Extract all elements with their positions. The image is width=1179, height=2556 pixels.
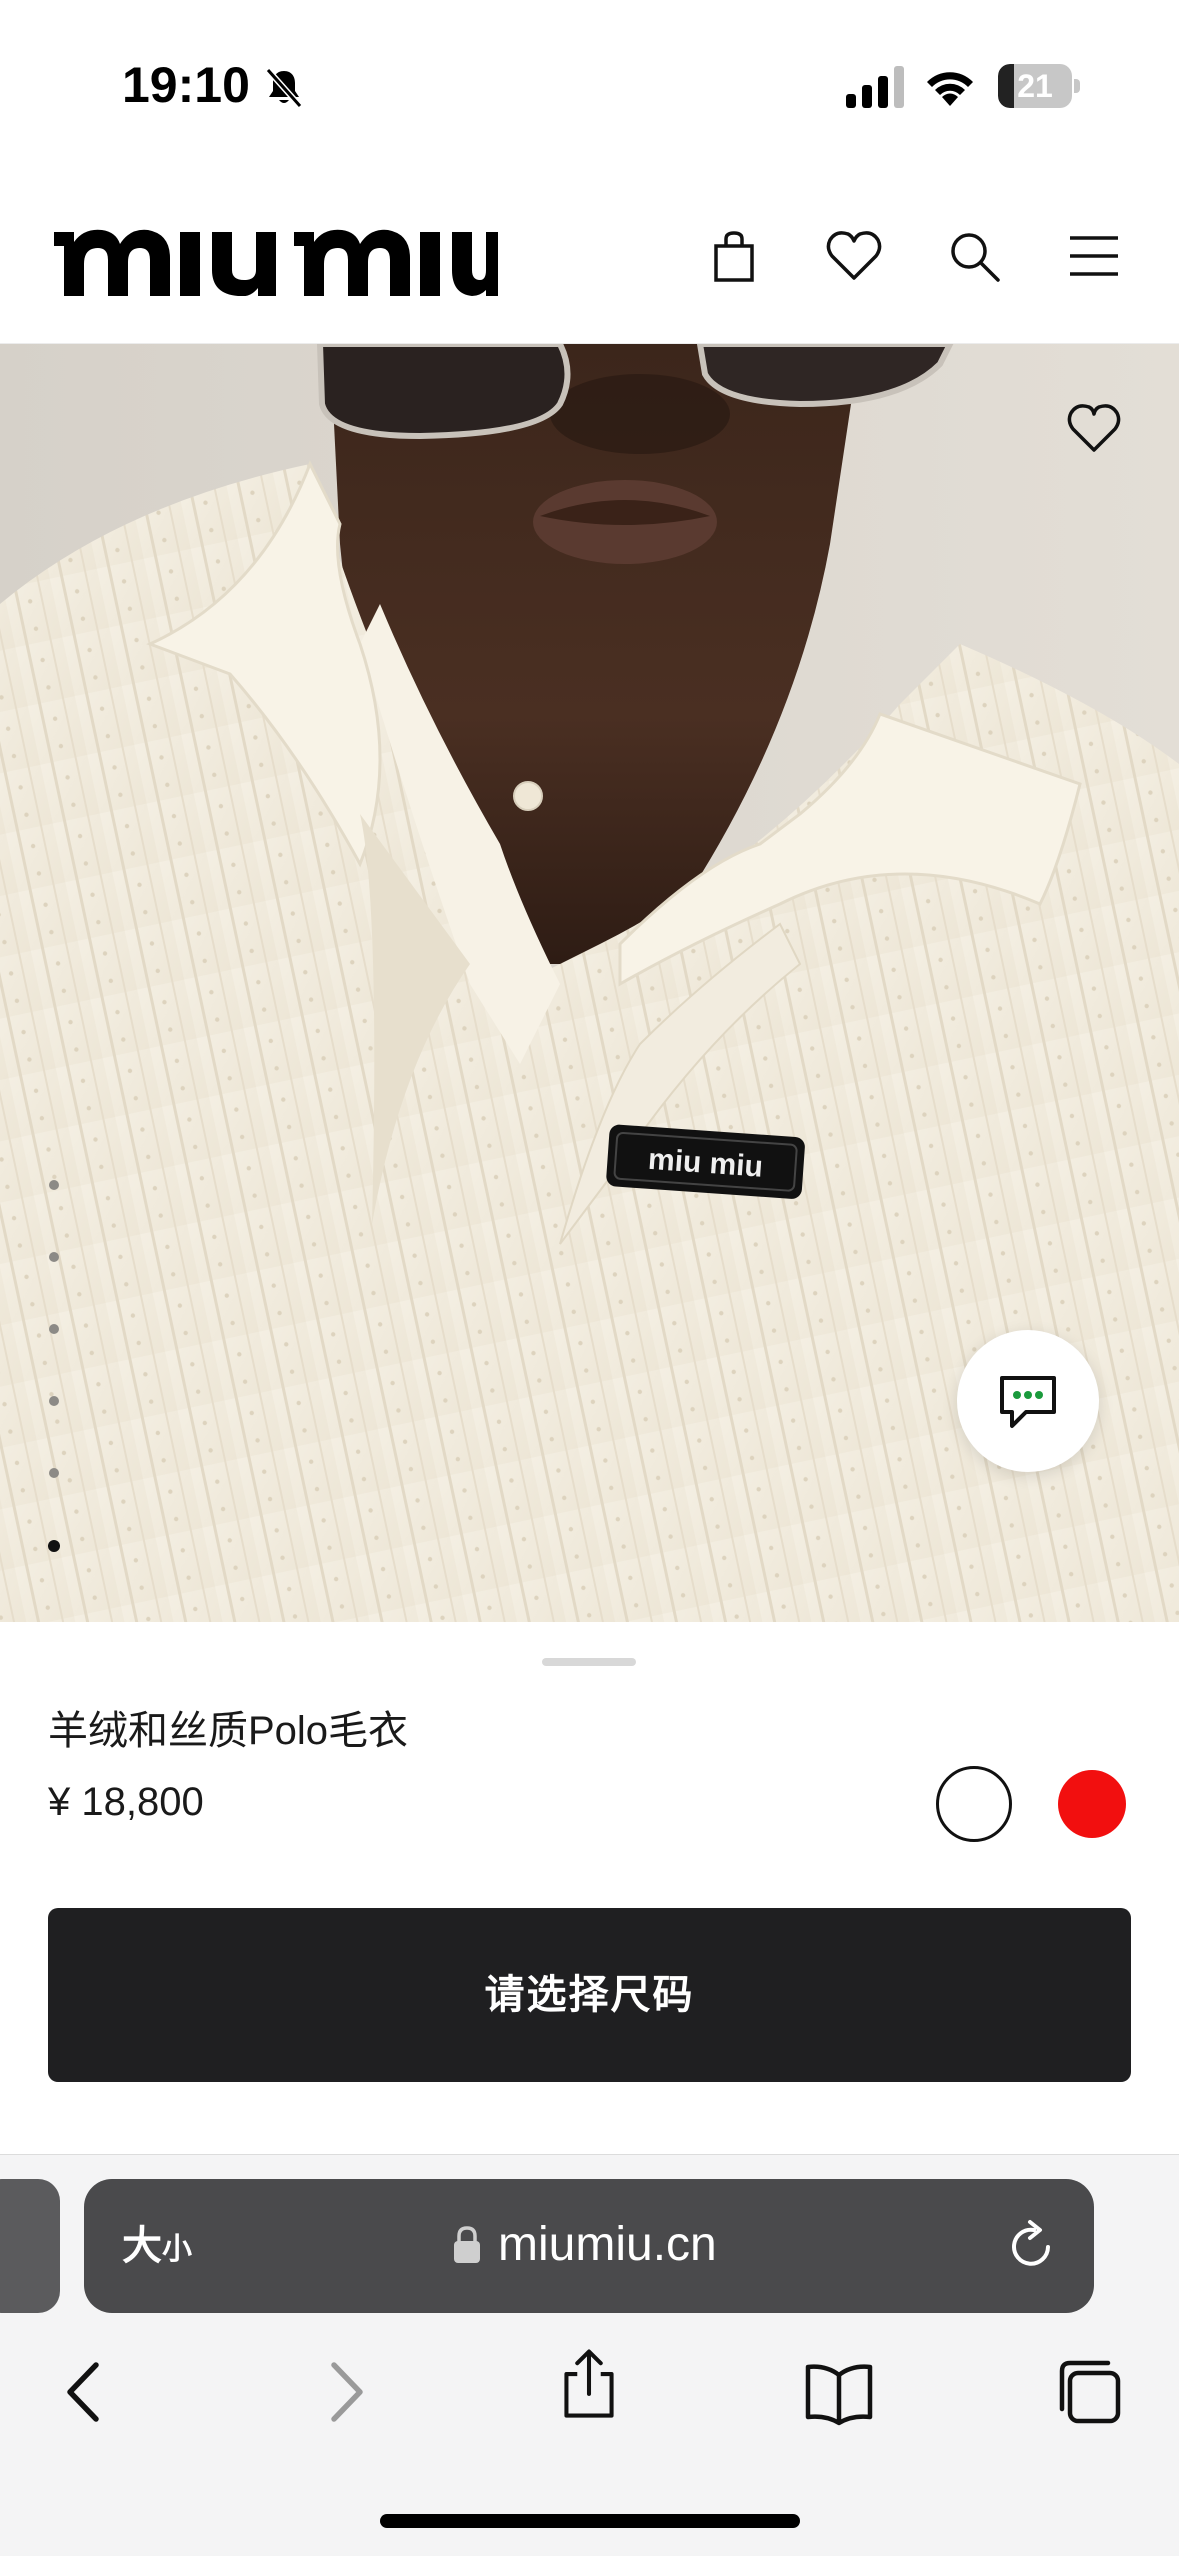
favorite-heart-icon[interactable] [1064,400,1124,456]
chat-button[interactable] [957,1330,1099,1472]
cellular-signal-icon [846,66,904,108]
bell-slash-icon [265,68,303,108]
status-bar: 19:10 21 [0,0,1179,160]
battery-icon: 21 [998,64,1080,108]
carousel-dot[interactable] [49,1252,59,1262]
carousel-dot[interactable] [49,1324,59,1334]
carousel-dot[interactable] [48,1540,60,1552]
tabs-icon[interactable] [1052,2355,1126,2429]
product-image-carousel[interactable]: miu miu [0,344,1179,1622]
site-header [0,160,1179,344]
home-indicator[interactable] [380,2514,800,2528]
share-icon[interactable] [552,2347,626,2421]
product-info-sheet: 羊绒和丝质Polo毛衣 ¥ 18,800 请选择尺码 [0,1622,1179,2154]
heart-icon[interactable] [824,226,884,286]
text-size-label-large: 大 [122,2224,162,2268]
select-size-button[interactable]: 请选择尺码 [48,1908,1131,2082]
forward-icon[interactable] [306,2355,380,2429]
url-text: miumiu.cn [498,2218,717,2271]
previous-tab-edge[interactable] [0,2179,60,2313]
text-size-label-small: 小 [162,2233,192,2266]
battery-cap [1074,79,1080,93]
text-size-button[interactable]: 大小 [122,2219,192,2273]
carousel-indicator [46,1180,62,1620]
product-name: 羊绒和丝质Polo毛衣 [48,1709,409,1753]
menu-icon[interactable] [1064,226,1124,286]
shopping-bag-icon[interactable] [704,226,764,286]
color-swatch-white[interactable] [936,1766,1012,1842]
carousel-dot[interactable] [49,1468,59,1478]
reload-icon[interactable] [1004,2219,1058,2273]
brand-logo[interactable] [54,224,498,296]
color-swatch-red[interactable] [1058,1770,1126,1838]
carousel-dot[interactable] [49,1396,59,1406]
battery-level: 21 [1017,68,1053,104]
battery-body: 21 [998,64,1072,108]
search-icon[interactable] [944,226,1004,286]
product-price: ¥ 18,800 [48,1780,204,1824]
wifi-icon [927,72,973,106]
chat-bubble-icon [1000,1376,1056,1428]
carousel-dot[interactable] [49,1180,59,1190]
back-icon[interactable] [50,2355,124,2429]
bookmarks-icon[interactable] [802,2355,876,2429]
browser-toolbar: 大小 miumiu.cn [0,2154,1179,2556]
lock-icon [454,2226,480,2263]
sheet-handle[interactable] [542,1658,636,1666]
status-time: 19:10 [122,57,250,113]
address-bar[interactable]: 大小 miumiu.cn [84,2179,1094,2313]
